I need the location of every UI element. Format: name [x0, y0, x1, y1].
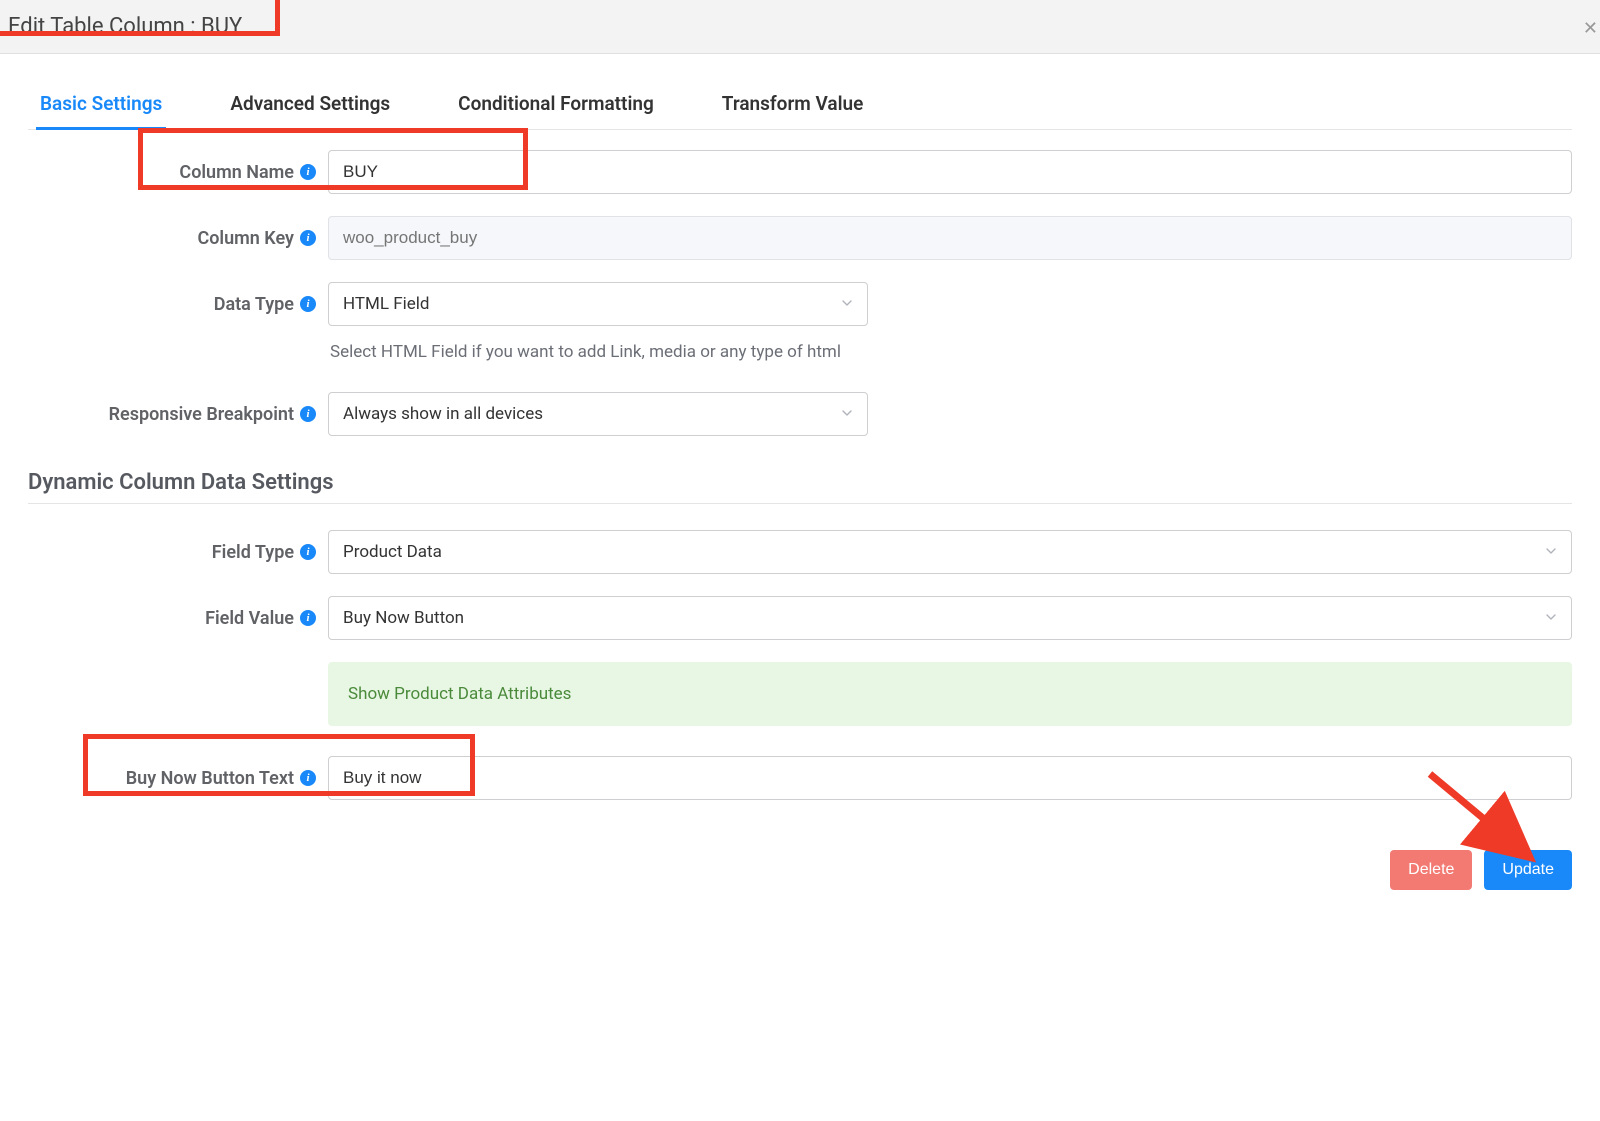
info-icon[interactable]: i — [300, 296, 316, 312]
label-cell: Column Key i — [28, 228, 328, 249]
control-cell: Product Data — [328, 530, 1572, 574]
info-icon[interactable]: i — [300, 230, 316, 246]
label-cell: Field Value i — [28, 608, 328, 629]
data-type-value: HTML Field — [343, 294, 430, 314]
update-button[interactable]: Update — [1484, 850, 1572, 890]
chevron-down-icon — [1545, 608, 1557, 628]
dynamic-settings-heading: Dynamic Column Data Settings — [28, 470, 1572, 504]
row-buy-now-text: Buy Now Button Text i — [28, 756, 1572, 800]
control-cell — [328, 756, 1572, 800]
chevron-down-icon — [1545, 542, 1557, 562]
delete-button[interactable]: Delete — [1390, 850, 1472, 890]
row-column-name: Column Name i — [28, 150, 1572, 194]
modal-footer: Delete Update — [0, 830, 1600, 906]
info-icon[interactable]: i — [300, 406, 316, 422]
modal-title: Edit Table Column : BUY — [8, 14, 242, 39]
field-value-select[interactable]: Buy Now Button — [328, 596, 1572, 640]
row-field-value: Field Value i Buy Now Button — [28, 596, 1572, 640]
buy-now-text-label: Buy Now Button Text — [126, 768, 294, 789]
responsive-value: Always show in all devices — [343, 404, 543, 424]
control-cell — [328, 150, 1572, 194]
show-attributes-banner[interactable]: Show Product Data Attributes — [328, 662, 1572, 726]
tab-conditional-formatting[interactable]: Conditional Formatting — [454, 78, 658, 130]
data-type-label: Data Type — [214, 294, 294, 315]
column-key-input — [328, 216, 1572, 260]
label-cell: Buy Now Button Text i — [28, 768, 328, 789]
control-cell — [328, 216, 1572, 260]
modal-body: Basic Settings Advanced Settings Conditi… — [0, 78, 1600, 830]
tab-basic-settings[interactable]: Basic Settings — [36, 78, 166, 130]
control-cell: Always show in all devices — [328, 392, 1572, 436]
responsive-select[interactable]: Always show in all devices — [328, 392, 868, 436]
label-cell: Column Name i — [28, 162, 328, 183]
column-name-label: Column Name — [179, 162, 294, 183]
data-type-select[interactable]: HTML Field — [328, 282, 868, 326]
chevron-down-icon — [841, 404, 853, 424]
info-icon[interactable]: i — [300, 770, 316, 786]
row-responsive: Responsive Breakpoint i Always show in a… — [28, 392, 1572, 436]
tab-transform-value[interactable]: Transform Value — [718, 78, 868, 130]
control-cell: Buy Now Button — [328, 596, 1572, 640]
info-icon[interactable]: i — [300, 544, 316, 560]
row-field-type: Field Type i Product Data — [28, 530, 1572, 574]
control-cell: HTML Field — [328, 282, 1572, 326]
label-cell: Responsive Breakpoint i — [28, 404, 328, 425]
info-icon[interactable]: i — [300, 610, 316, 626]
label-cell: Data Type i — [28, 294, 328, 315]
field-type-value: Product Data — [343, 542, 442, 562]
field-value-label: Field Value — [205, 608, 294, 629]
row-column-key: Column Key i — [28, 216, 1572, 260]
info-icon[interactable]: i — [300, 164, 316, 180]
field-type-select[interactable]: Product Data — [328, 530, 1572, 574]
data-type-help: Select HTML Field if you want to add Lin… — [328, 342, 1572, 362]
responsive-label: Responsive Breakpoint — [109, 404, 294, 425]
field-type-label: Field Type — [212, 542, 294, 563]
buy-now-text-input[interactable] — [328, 756, 1572, 800]
chevron-down-icon — [841, 294, 853, 314]
tab-advanced-settings[interactable]: Advanced Settings — [226, 78, 394, 130]
close-icon[interactable]: ✕ — [1583, 18, 1598, 39]
field-value-value: Buy Now Button — [343, 608, 464, 628]
row-data-type: Data Type i HTML Field — [28, 282, 1572, 326]
form-area: Column Name i Column Key i Data Type i — [28, 130, 1572, 800]
label-cell: Field Type i — [28, 542, 328, 563]
column-key-label: Column Key — [197, 228, 294, 249]
tabs: Basic Settings Advanced Settings Conditi… — [28, 78, 1572, 130]
column-name-input[interactable] — [328, 150, 1572, 194]
modal-header: Edit Table Column : BUY ✕ — [0, 0, 1600, 54]
